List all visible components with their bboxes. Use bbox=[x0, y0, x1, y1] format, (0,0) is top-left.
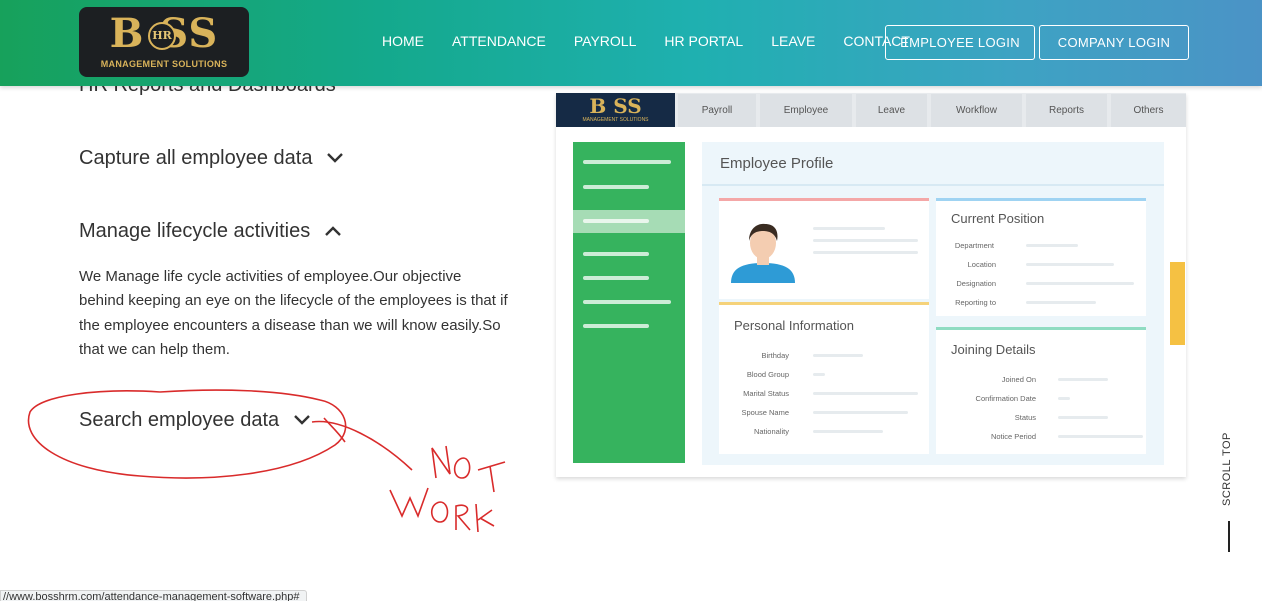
illustration-tab-workflow: Workflow bbox=[931, 94, 1022, 127]
illustration-logo-word: B SS bbox=[589, 94, 642, 118]
field-status: Status bbox=[1014, 413, 1036, 422]
page: B SS HR MANAGEMENT SOLUTIONS HOME ATTEND… bbox=[0, 0, 1262, 601]
status-bar-url: //www.bosshrm.com/attendance-management-… bbox=[0, 590, 307, 601]
logo-subtitle: MANAGEMENT SOLUTIONS bbox=[100, 59, 228, 69]
illustration-title: Employee Profile bbox=[720, 155, 834, 172]
illustration-topbar: B SS MANAGEMENT SOLUTIONS Payroll Employ… bbox=[556, 93, 1186, 127]
accordion-body-lifecycle: We Manage life cycle activities of emplo… bbox=[79, 268, 508, 358]
field-spouse-name: Spouse Name bbox=[741, 408, 789, 417]
nav-payroll[interactable]: PAYROLL bbox=[574, 33, 637, 49]
field-confirmation-date: Confirmation Date bbox=[975, 394, 1036, 403]
accordion-search-employee-data[interactable]: Search employee data bbox=[79, 409, 311, 432]
company-login-button[interactable]: COMPANY LOGIN bbox=[1039, 25, 1189, 60]
accordion-title: Search employee data bbox=[79, 409, 280, 431]
avatar-icon bbox=[731, 223, 795, 283]
current-position-card: Current Position Department Location Des… bbox=[936, 198, 1146, 316]
nav-attendance[interactable]: ATTENDANCE bbox=[452, 33, 546, 49]
accordion-manage-lifecycle[interactable]: Manage lifecycle activities bbox=[79, 220, 342, 243]
illustration-sidebar bbox=[573, 142, 685, 463]
illustration-main: Employee Profile Current Position Depart… bbox=[702, 142, 1164, 465]
illustration-tab-payroll: Payroll bbox=[678, 94, 756, 127]
illustration-logo: B SS MANAGEMENT SOLUTIONS bbox=[556, 93, 675, 127]
joining-details-card: Joining Details Joined On Confirmation D… bbox=[936, 327, 1146, 454]
illustration-tab-reports: Reports bbox=[1026, 94, 1107, 127]
field-birthday: Birthday bbox=[761, 351, 789, 360]
accordion-title: Capture all employee data bbox=[79, 147, 313, 169]
site-header: B SS HR MANAGEMENT SOLUTIONS HOME ATTEND… bbox=[0, 0, 1262, 86]
accordion-capture-employee-data[interactable]: Capture all employee data bbox=[79, 147, 344, 170]
field-nationality: Nationality bbox=[753, 427, 789, 436]
employee-login-button[interactable]: EMPLOYEE LOGIN bbox=[885, 25, 1035, 60]
field-marital-status: Marital Status bbox=[743, 389, 789, 398]
personal-information-label: Personal Information bbox=[734, 318, 854, 333]
logo-hr-badge: HR bbox=[148, 22, 176, 50]
illustration-side-tab bbox=[1170, 262, 1185, 345]
chevron-up-icon bbox=[324, 220, 342, 243]
nav-leave[interactable]: LEAVE bbox=[771, 33, 815, 49]
field-department: Department bbox=[954, 241, 994, 250]
main-nav: HOME ATTENDANCE PAYROLL HR PORTAL LEAVE … bbox=[382, 33, 938, 49]
nav-hr-portal[interactable]: HR PORTAL bbox=[664, 33, 743, 49]
illustration-tab-others: Others bbox=[1111, 94, 1186, 127]
boss-logo[interactable]: B SS HR MANAGEMENT SOLUTIONS bbox=[79, 7, 249, 77]
employee-profile-illustration: B SS MANAGEMENT SOLUTIONS Payroll Employ… bbox=[556, 93, 1186, 477]
field-reporting-to: Reporting to bbox=[955, 298, 996, 307]
field-location: Location bbox=[967, 260, 996, 269]
current-position-label: Current Position bbox=[951, 211, 1045, 226]
illustration-logo-subtitle: MANAGEMENT SOLUTIONS bbox=[582, 117, 649, 123]
field-blood-group: Blood Group bbox=[746, 370, 789, 379]
nav-home[interactable]: HOME bbox=[382, 33, 424, 49]
joining-details-label: Joining Details bbox=[951, 342, 1036, 357]
chevron-down-icon bbox=[293, 409, 311, 432]
profile-card bbox=[719, 198, 929, 299]
scroll-top-button[interactable]: SCROLL TOP bbox=[1221, 432, 1237, 510]
illustration-tab-employee: Employee bbox=[760, 94, 852, 127]
scroll-top-label: SCROLL TOP bbox=[1221, 432, 1233, 506]
field-joined-on: Joined On bbox=[1001, 375, 1036, 384]
accordion-title: Manage lifecycle activities bbox=[79, 220, 311, 242]
personal-information-card: Personal Information Birthday Blood Grou… bbox=[719, 302, 929, 454]
illustration-tab-leave: Leave bbox=[856, 94, 927, 127]
field-designation: Designation bbox=[956, 279, 996, 288]
chevron-down-icon bbox=[326, 147, 344, 170]
scroll-top-bar[interactable] bbox=[1228, 521, 1230, 552]
field-notice-period: Notice Period bbox=[990, 432, 1036, 441]
